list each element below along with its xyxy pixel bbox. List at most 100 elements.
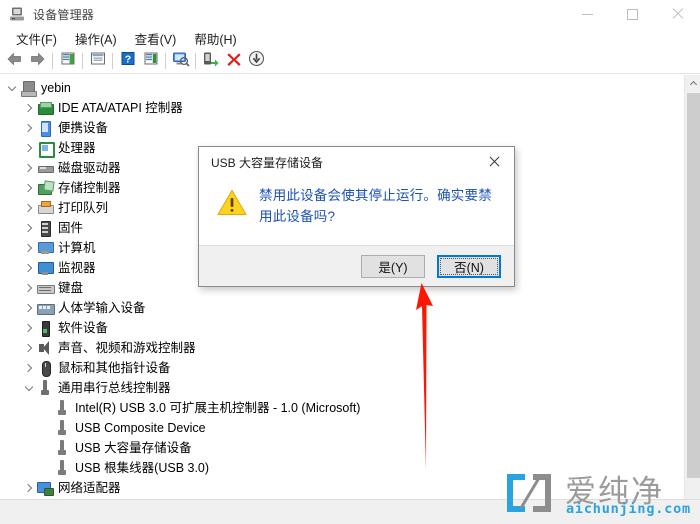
chevron-right-icon[interactable] (21, 198, 37, 218)
tree-item-mice[interactable]: 鼠标和其他指针设备 (0, 358, 670, 378)
usb-device-icon (54, 400, 70, 416)
tree-item-label: 打印队列 (58, 201, 109, 215)
toolbar-back[interactable] (3, 50, 26, 72)
dialog-title: USB 大容量存储设备 (211, 155, 324, 170)
tree-item-hid[interactable]: 人体学输入设备 (0, 298, 670, 318)
toolbar-details[interactable] (139, 50, 162, 72)
back-arrow-icon (6, 51, 23, 72)
device-manager-icon (9, 6, 25, 22)
toolbar-scan[interactable] (169, 50, 192, 72)
computer-icon (20, 80, 37, 97)
usb-device-icon (54, 420, 70, 436)
minimize-button[interactable] (565, 0, 610, 28)
chevron-down-icon[interactable] (21, 378, 37, 398)
menu-help[interactable]: 帮助(H) (185, 28, 245, 50)
tree-item-label: 存储控制器 (58, 181, 121, 195)
vertical-scrollbar[interactable] (684, 75, 700, 499)
sound-video-game-icon (37, 340, 53, 356)
toolbar-show-hidden[interactable] (56, 50, 79, 72)
update-driver-icon (248, 50, 265, 72)
no-button[interactable]: 否(N) (437, 254, 501, 278)
watermark: 爱纯净 aichunjing.com (503, 468, 695, 520)
menu-action[interactable]: 操作(A) (66, 28, 126, 50)
tree-item-portable-devices[interactable]: 便携设备 (0, 118, 670, 138)
chevron-right-icon[interactable] (21, 318, 37, 338)
processor-icon (37, 140, 55, 158)
toolbar-properties[interactable] (86, 50, 109, 72)
usb-controller-icon (37, 380, 53, 396)
toolbar-enable-device[interactable] (199, 50, 222, 72)
chevron-right-icon[interactable] (21, 158, 37, 178)
scrollbar-thumb[interactable] (687, 93, 700, 478)
tree-item-label: 键盘 (58, 281, 84, 295)
dialog-body: 禁用此设备会使其停止运行。确实要禁用此设备吗? (199, 177, 514, 247)
tree-item-label: IDE ATA/ATAPI 控制器 (58, 101, 183, 115)
close-button[interactable] (655, 0, 700, 28)
network-adapter-icon (37, 480, 54, 496)
tree-item-label: Intel(R) USB 3.0 可扩展主机控制器 - 1.0 (Microso… (75, 401, 361, 415)
toolbar-uninstall[interactable] (222, 50, 245, 72)
tree-item-label: 便携设备 (58, 121, 109, 135)
tree-item-usb-mass-storage-device[interactable]: USB 大容量存储设备 (0, 438, 670, 458)
chevron-right-icon[interactable] (21, 258, 37, 278)
menu-view[interactable]: 查看(V) (126, 28, 186, 50)
chevron-right-icon[interactable] (21, 278, 37, 298)
chevron-right-icon[interactable] (21, 178, 37, 198)
dialog-title-bar: USB 大容量存储设备 (199, 147, 514, 177)
yes-button[interactable]: 是(Y) (361, 254, 425, 278)
help-icon: ? (120, 51, 136, 71)
device-tree: yebin IDE ATA/ATAPI 控制器 便携设备 处理器 磁盘驱动器 存… (0, 78, 670, 499)
toolbar-separator (165, 53, 166, 69)
scroll-up-button[interactable] (685, 75, 700, 92)
menu-bar: 文件(F) 操作(A) 查看(V) 帮助(H) (0, 28, 700, 49)
aichunjing-logo-icon (503, 470, 555, 521)
chevron-right-icon[interactable] (21, 138, 37, 158)
tree-item-label: USB 根集线器(USB 3.0) (75, 461, 210, 475)
toolbar-help[interactable]: ? (116, 50, 139, 72)
toolbar-separator (52, 53, 53, 69)
usb-device-icon (54, 440, 70, 456)
portable-device-icon (37, 120, 53, 137)
scan-hardware-changes-icon (172, 51, 190, 72)
tree-item-usb-controllers[interactable]: 通用串行总线控制器 (0, 378, 670, 398)
dialog-close-button[interactable] (474, 147, 514, 176)
software-device-icon (37, 320, 53, 337)
menu-file[interactable]: 文件(F) (7, 28, 66, 50)
tree-item-usb-composite-device[interactable]: USB Composite Device (0, 418, 670, 438)
tree-item-label: 磁盘驱动器 (58, 161, 121, 175)
firmware-icon (37, 220, 53, 237)
window-controls (565, 0, 700, 28)
tree-item-ide-controllers[interactable]: IDE ATA/ATAPI 控制器 (0, 98, 670, 118)
chevron-right-icon[interactable] (21, 298, 37, 318)
device-manager-window: 设备管理器 文件(F) 操作(A) 查看(V) 帮助(H) ? yebin ID… (0, 0, 700, 524)
toolbar: ? (0, 49, 700, 74)
tree-item-label: 鼠标和其他指针设备 (58, 361, 171, 375)
tree-item-label: yebin (41, 81, 71, 95)
tree-root-yebin[interactable]: yebin (0, 78, 670, 98)
tree-item-label: 处理器 (58, 141, 96, 155)
tree-item-intel-usb3-host-controller[interactable]: Intel(R) USB 3.0 可扩展主机控制器 - 1.0 (Microso… (0, 398, 670, 418)
chevron-right-icon[interactable] (21, 218, 37, 238)
tree-item-label: USB 大容量存储设备 (75, 441, 192, 455)
close-icon (489, 156, 500, 167)
toolbar-update-driver[interactable] (245, 50, 268, 72)
toolbar-forward[interactable] (26, 50, 49, 72)
chevron-right-icon[interactable] (21, 98, 37, 118)
chevron-right-icon[interactable] (21, 338, 37, 358)
chevron-right-icon[interactable] (21, 238, 37, 258)
disk-drive-icon (37, 160, 54, 176)
watermark-url: aichunjing.com (566, 501, 691, 517)
maximize-button[interactable] (610, 0, 655, 28)
tree-item-label: 声音、视频和游戏控制器 (58, 341, 196, 355)
chevron-right-icon[interactable] (21, 118, 37, 138)
tree-item-sound-video-game[interactable]: 声音、视频和游戏控制器 (0, 338, 670, 358)
chevron-down-icon[interactable] (4, 78, 20, 98)
show-hidden-devices-icon (60, 51, 76, 71)
tree-item-software-devices[interactable]: 软件设备 (0, 318, 670, 338)
chevron-right-icon[interactable] (21, 478, 37, 498)
properties-icon (90, 51, 106, 71)
device-tree-panel[interactable]: yebin IDE ATA/ATAPI 控制器 便携设备 处理器 磁盘驱动器 存… (0, 75, 700, 499)
dialog-footer: 是(Y) 否(N) (199, 245, 514, 286)
chevron-right-icon[interactable] (21, 358, 37, 378)
toolbar-separator (112, 53, 113, 69)
